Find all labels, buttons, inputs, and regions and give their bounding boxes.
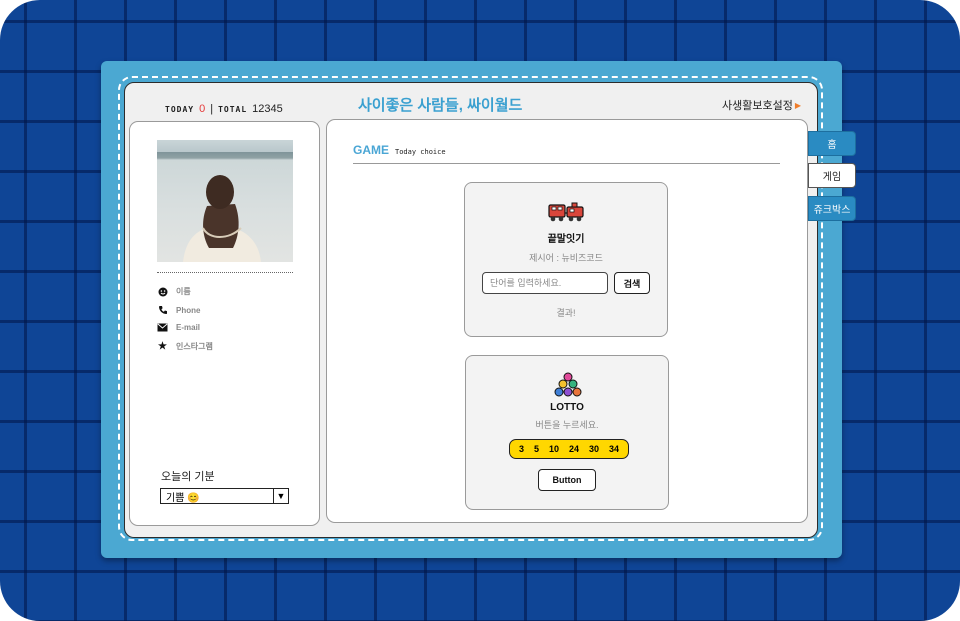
lotto-title: LOTTO (550, 402, 584, 413)
chevron-down-icon[interactable]: ▼ (273, 489, 288, 503)
search-button[interactable]: 검색 (614, 272, 650, 294)
profile-photo (157, 140, 293, 262)
profile-email-row: E-mail (157, 323, 200, 332)
profile-photo-image (183, 175, 261, 262)
mood-select[interactable]: 기쁨 😊 ▼ (160, 488, 289, 504)
tab-home[interactable]: 홈 (808, 131, 856, 156)
privacy-settings-link[interactable]: 사생활보호설정 ▶ (722, 97, 801, 113)
main-title-text: GAME (353, 143, 389, 157)
privacy-settings-label: 사생활보호설정 (722, 100, 793, 112)
today-count: 0 (199, 103, 206, 115)
tab-game[interactable]: 게임 (808, 163, 856, 188)
mail-icon (157, 323, 168, 332)
site-title: 사이좋은 사람들, 싸이월드 (358, 97, 523, 114)
lotto-number: 3 (518, 444, 524, 454)
profile-email-label: E-mail (176, 323, 201, 332)
profile-instagram-row: ★ 인스타그램 (157, 341, 213, 352)
total-count: 12345 (252, 103, 283, 115)
star-icon: ★ (158, 341, 167, 352)
word-chain-prompt: 제시어 : 뉴비즈코드 (529, 253, 603, 263)
profile-instagram-label: 인스타그램 (176, 342, 213, 351)
main-title: GAME Today choice (353, 143, 446, 157)
mood-label: 오늘의 기분 (161, 471, 215, 483)
lotto-number: 24 (568, 444, 579, 454)
word-chain-result: 결과! (556, 308, 576, 318)
profile-name-row: 이름 (157, 286, 191, 297)
lotto-numbers: 3 5 10 24 30 34 (509, 439, 629, 459)
word-chain-card: 끝말잇기 제시어 : 뉴비즈코드 결과! (464, 182, 668, 337)
lotto-number: 30 (588, 444, 599, 454)
lotto-balls-icon (554, 372, 582, 397)
lotto-number: 10 (548, 444, 559, 454)
main-title-divider (353, 163, 780, 164)
profile-phone-label: Phone (176, 305, 201, 315)
lotto-instruction: 버튼을 누르세요. (535, 420, 599, 430)
lotto-draw-button[interactable]: Button (538, 469, 596, 491)
word-input[interactable] (482, 272, 608, 294)
main-subtitle-text: Today choice (395, 148, 446, 156)
tab-jukebox[interactable]: 쥬크박스 (808, 196, 856, 221)
profile-divider (157, 272, 293, 273)
lotto-number: 34 (608, 444, 619, 454)
lotto-number: 5 (533, 444, 539, 454)
train-icon (548, 202, 584, 222)
total-label: TOTAL (218, 104, 248, 114)
profile-name-label: 이름 (176, 287, 191, 296)
triangle-right-icon: ▶ (794, 100, 801, 110)
profile-phone-row: Phone (157, 305, 200, 315)
visitor-counter: TODAY 0 | TOTAL 12345 (165, 103, 283, 115)
today-label: TODAY (165, 104, 195, 114)
phone-icon (157, 305, 168, 315)
word-chain-title: 끝말잇기 (547, 234, 585, 245)
mood-selected-value: 기쁨 😊 (166, 492, 200, 504)
smiley-icon (157, 287, 168, 297)
counter-separator: | (210, 103, 214, 115)
